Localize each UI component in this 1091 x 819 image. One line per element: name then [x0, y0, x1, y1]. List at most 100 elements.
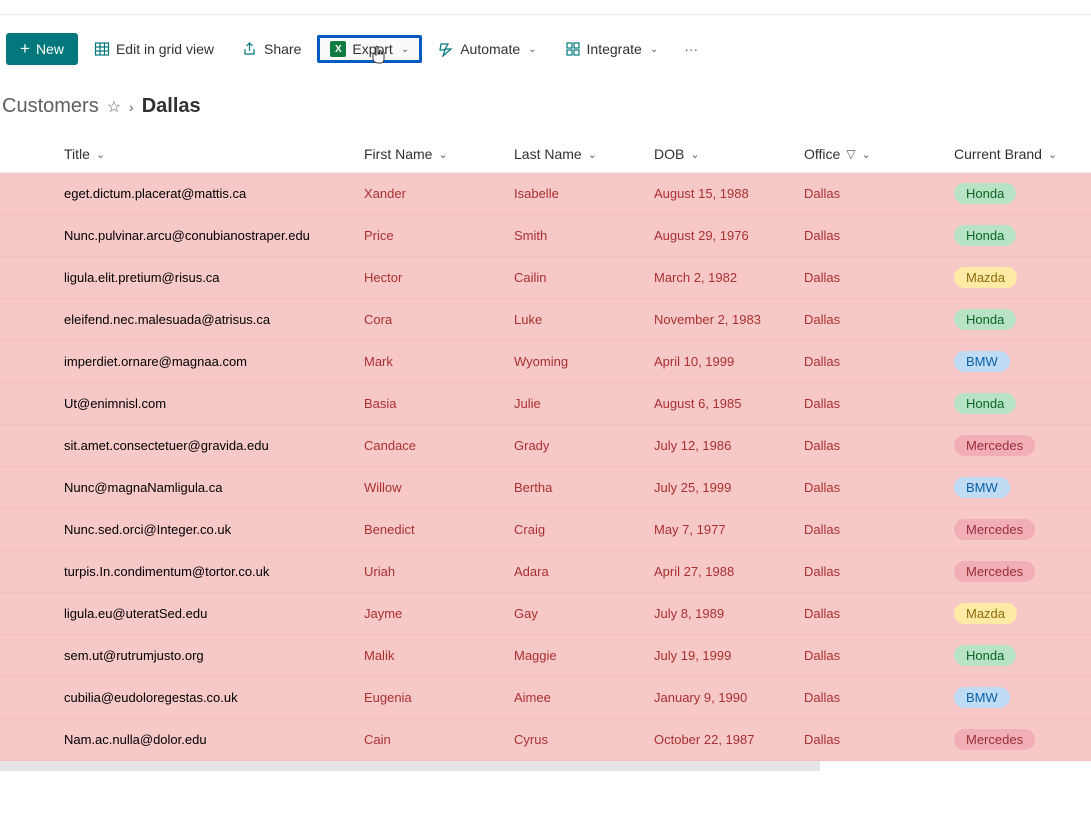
- table-row[interactable]: sem.ut@rutrumjusto.orgMalikMaggieJuly 19…: [0, 635, 1091, 677]
- cell-dob: November 2, 1983: [650, 310, 800, 329]
- column-header-dob[interactable]: DOB ⌄: [650, 146, 800, 162]
- column-header-office[interactable]: Office ▽ ⌄: [800, 146, 950, 162]
- cell-title[interactable]: turpis.In.condimentum@tortor.co.uk: [60, 562, 360, 581]
- chevron-down-icon: ⌄: [862, 148, 871, 161]
- cell-first-name: Cora: [360, 310, 510, 329]
- cell-office: Dallas: [800, 436, 950, 455]
- integrate-label: Integrate: [587, 41, 642, 57]
- grid-icon: [94, 41, 110, 57]
- cell-brand: Honda: [950, 391, 1091, 416]
- list-table: Title ⌄ First Name ⌄ Last Name ⌄ DOB ⌄ O…: [0, 136, 1091, 761]
- table-row[interactable]: cubilia@eudoloregestas.co.ukEugeniaAimee…: [0, 677, 1091, 719]
- cell-first-name: Uriah: [360, 562, 510, 581]
- automate-button[interactable]: Automate ⌄: [426, 36, 548, 62]
- cell-title[interactable]: sem.ut@rutrumjusto.org: [60, 646, 360, 665]
- share-button[interactable]: Share: [230, 36, 313, 62]
- cell-title[interactable]: Nam.ac.nulla@dolor.edu: [60, 730, 360, 749]
- cell-dob: July 12, 1986: [650, 436, 800, 455]
- table-row[interactable]: eget.dictum.placerat@mattis.caXanderIsab…: [0, 173, 1091, 215]
- cell-first-name: Willow: [360, 478, 510, 497]
- cell-dob: July 19, 1999: [650, 646, 800, 665]
- new-button[interactable]: + New: [6, 33, 78, 65]
- brand-pill: Honda: [954, 309, 1016, 330]
- cell-dob: August 6, 1985: [650, 394, 800, 413]
- cell-office: Dallas: [800, 520, 950, 539]
- table-row[interactable]: Nunc.pulvinar.arcu@conubianostraper.eduP…: [0, 215, 1091, 257]
- cell-title[interactable]: eget.dictum.placerat@mattis.ca: [60, 184, 360, 203]
- cell-brand: Mercedes: [950, 517, 1091, 542]
- favorite-star-icon[interactable]: ☆: [107, 97, 121, 117]
- cell-first-name: Eugenia: [360, 688, 510, 707]
- cell-dob: July 8, 1989: [650, 604, 800, 623]
- table-row[interactable]: sit.amet.consectetuer@gravida.eduCandace…: [0, 425, 1091, 467]
- cell-office: Dallas: [800, 478, 950, 497]
- column-header-last-name[interactable]: Last Name ⌄: [510, 146, 650, 162]
- table-row[interactable]: Ut@enimnisl.comBasiaJulieAugust 6, 1985D…: [0, 383, 1091, 425]
- column-title-label: Title: [64, 146, 90, 162]
- table-row[interactable]: eleifend.nec.malesuada@atrisus.caCoraLuk…: [0, 299, 1091, 341]
- cell-title[interactable]: Nunc.pulvinar.arcu@conubianostraper.edu: [60, 226, 360, 245]
- cell-title[interactable]: eleifend.nec.malesuada@atrisus.ca: [60, 310, 360, 329]
- brand-pill: BMW: [954, 351, 1010, 372]
- chevron-down-icon: ⌄: [650, 44, 658, 55]
- cell-office: Dallas: [800, 688, 950, 707]
- cell-dob: January 9, 1990: [650, 688, 800, 707]
- brand-pill: BMW: [954, 687, 1010, 708]
- breadcrumb-separator: ›: [129, 99, 134, 115]
- column-header-title[interactable]: Title ⌄: [60, 146, 360, 162]
- cell-last-name: Craig: [510, 520, 650, 539]
- more-actions-button[interactable]: ···: [674, 35, 708, 63]
- cell-brand: Mercedes: [950, 433, 1091, 458]
- table-row[interactable]: ligula.elit.pretium@risus.caHectorCailin…: [0, 257, 1091, 299]
- table-row[interactable]: Nam.ac.nulla@dolor.eduCainCyrusOctober 2…: [0, 719, 1091, 761]
- cell-last-name: Cyrus: [510, 730, 650, 749]
- table-row[interactable]: turpis.In.condimentum@tortor.co.ukUriahA…: [0, 551, 1091, 593]
- chevron-down-icon: ⌄: [96, 148, 105, 161]
- cell-first-name: Candace: [360, 436, 510, 455]
- integrate-button[interactable]: Integrate ⌄: [553, 36, 671, 62]
- brand-pill: Mazda: [954, 267, 1017, 288]
- table-row[interactable]: ligula.eu@uteratSed.eduJaymeGayJuly 8, 1…: [0, 593, 1091, 635]
- brand-pill: Mercedes: [954, 519, 1035, 540]
- table-row[interactable]: Nunc.sed.orci@Integer.co.ukBenedictCraig…: [0, 509, 1091, 551]
- cell-office: Dallas: [800, 562, 950, 581]
- breadcrumb-parent[interactable]: Customers: [2, 95, 99, 118]
- cell-office: Dallas: [800, 184, 950, 203]
- cell-first-name: Benedict: [360, 520, 510, 539]
- cell-dob: May 7, 1977: [650, 520, 800, 539]
- cell-title[interactable]: cubilia@eudoloregestas.co.uk: [60, 688, 360, 707]
- cell-title[interactable]: ligula.elit.pretium@risus.ca: [60, 268, 360, 287]
- table-row[interactable]: imperdiet.ornare@magnaa.comMarkWyomingAp…: [0, 341, 1091, 383]
- share-label: Share: [264, 41, 301, 57]
- automate-icon: [438, 41, 454, 57]
- cell-dob: April 10, 1999: [650, 352, 800, 371]
- horizontal-scrollbar[interactable]: [0, 761, 820, 771]
- cell-brand: BMW: [950, 475, 1091, 500]
- edit-grid-label: Edit in grid view: [116, 41, 214, 57]
- cell-title[interactable]: sit.amet.consectetuer@gravida.edu: [60, 436, 360, 455]
- column-dob-label: DOB: [654, 146, 684, 162]
- table-row[interactable]: Nunc@magnaNamligula.caWillowBerthaJuly 2…: [0, 467, 1091, 509]
- column-header-first-name[interactable]: First Name ⌄: [360, 146, 510, 162]
- cell-office: Dallas: [800, 352, 950, 371]
- edit-grid-button[interactable]: Edit in grid view: [82, 36, 226, 62]
- cell-office: Dallas: [800, 394, 950, 413]
- cell-first-name: Mark: [360, 352, 510, 371]
- cell-title[interactable]: Nunc.sed.orci@Integer.co.uk: [60, 520, 360, 539]
- column-firstname-label: First Name: [364, 146, 432, 162]
- cell-last-name: Wyoming: [510, 352, 650, 371]
- cell-title[interactable]: Ut@enimnisl.com: [60, 394, 360, 413]
- cell-title[interactable]: Nunc@magnaNamligula.ca: [60, 478, 360, 497]
- column-lastname-label: Last Name: [514, 146, 582, 162]
- cell-brand: Honda: [950, 223, 1091, 248]
- cell-office: Dallas: [800, 730, 950, 749]
- cell-last-name: Maggie: [510, 646, 650, 665]
- cell-brand: Honda: [950, 307, 1091, 332]
- export-button[interactable]: X Export ⌄: [317, 35, 422, 63]
- cell-brand: Mazda: [950, 601, 1091, 626]
- column-header-brand[interactable]: Current Brand ⌄: [950, 146, 1091, 162]
- cell-title[interactable]: ligula.eu@uteratSed.edu: [60, 604, 360, 623]
- cell-last-name: Smith: [510, 226, 650, 245]
- cell-office: Dallas: [800, 226, 950, 245]
- cell-title[interactable]: imperdiet.ornare@magnaa.com: [60, 352, 360, 371]
